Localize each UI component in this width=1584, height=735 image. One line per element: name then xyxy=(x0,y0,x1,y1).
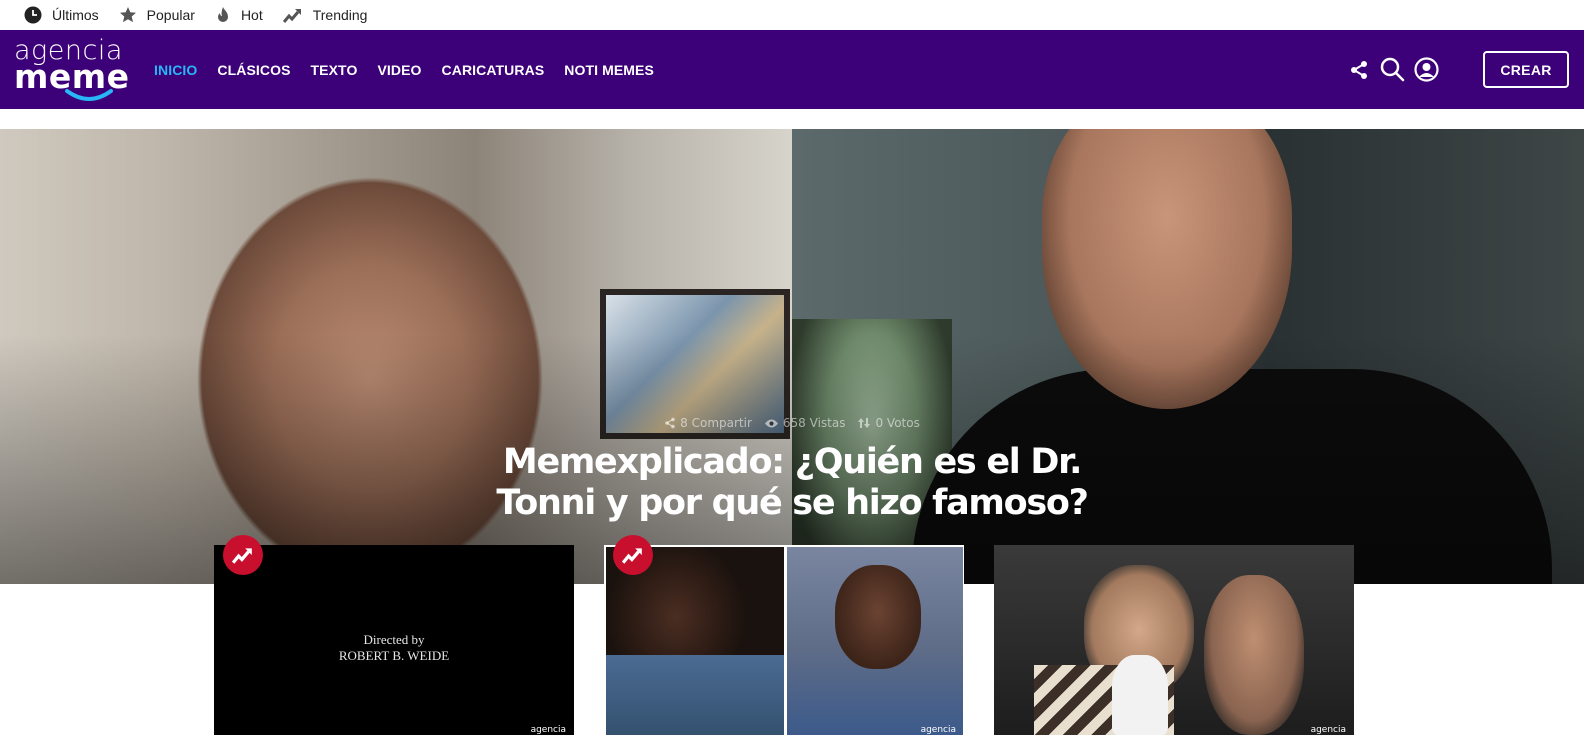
trending-icon xyxy=(232,548,252,564)
meme-image-right-face xyxy=(835,565,921,669)
share-button[interactable] xyxy=(1349,30,1369,109)
vote-arrows-icon xyxy=(858,418,871,428)
top-utility-bar: Últimos Popular Hot Trending xyxy=(0,0,1584,30)
eye-icon xyxy=(764,419,778,427)
main-header: agencia meme INICIO CLÁSICOS TEXTO VIDEO… xyxy=(0,30,1584,109)
user-account-icon xyxy=(1414,57,1439,82)
search-icon xyxy=(1380,57,1405,82)
vote-count-text: 0 Votos xyxy=(875,416,920,430)
card-caption: Directed by ROBERT B. WEIDE xyxy=(214,632,574,664)
view-count: 658 Vistas xyxy=(764,416,846,430)
watermark: agencia xyxy=(920,725,956,735)
trending-badge[interactable] xyxy=(613,535,653,575)
trending-badge[interactable] xyxy=(223,535,263,575)
nav-item-caricaturas[interactable]: CARICATURAS xyxy=(442,62,545,78)
hero-title[interactable]: Memexplicado: ¿Quién es el Dr. Tonni y p… xyxy=(480,442,1104,524)
microphone xyxy=(1112,655,1168,735)
nav-item-clasicos[interactable]: CLÁSICOS xyxy=(217,62,290,78)
watermark: agencia xyxy=(530,725,566,735)
main-nav: INICIO CLÁSICOS TEXTO VIDEO CARICATURAS … xyxy=(154,30,674,109)
site-logo[interactable]: agencia meme xyxy=(14,36,129,104)
clock-icon xyxy=(24,6,42,24)
user-account-button[interactable] xyxy=(1414,30,1439,109)
post-card-2[interactable]: agencia xyxy=(604,545,964,735)
topbar-item-popular[interactable]: Popular xyxy=(119,6,195,24)
vote-count: 0 Votos xyxy=(857,416,920,430)
hero-featured-post[interactable]: 8 Compartir 658 Vistas 0 Votos Memexplic… xyxy=(0,129,1584,584)
caption-line-2: ROBERT B. WEIDE xyxy=(338,648,450,663)
create-button[interactable]: CREAR xyxy=(1483,51,1569,88)
view-count-text: 658 Vistas xyxy=(782,416,846,430)
trending-icon xyxy=(622,548,642,564)
nav-item-texto[interactable]: TEXTO xyxy=(311,62,358,78)
share-icon xyxy=(665,417,675,429)
topbar-item-ultimos[interactable]: Últimos xyxy=(24,6,99,24)
nav-item-video[interactable]: VIDEO xyxy=(377,62,421,78)
nav-item-inicio[interactable]: INICIO xyxy=(154,62,197,78)
hero-stats: 8 Compartir 658 Vistas 0 Votos xyxy=(0,416,1584,430)
star-icon xyxy=(119,7,136,23)
share-icon xyxy=(1351,60,1367,79)
topbar-item-label: Trending xyxy=(312,7,368,23)
topbar-item-hot[interactable]: Hot xyxy=(215,6,263,24)
caption-line-1: Directed by xyxy=(363,632,425,647)
post-card-1[interactable]: Directed by ROBERT B. WEIDE agencia xyxy=(214,545,574,735)
share-count: 8 Compartir xyxy=(664,416,752,430)
post-card-3[interactable]: agencia xyxy=(994,545,1354,735)
topbar-item-label: Hot xyxy=(240,7,263,23)
topbar-item-label: Últimos xyxy=(52,7,99,23)
topbar-item-trending[interactable]: Trending xyxy=(282,7,368,23)
trending-icon xyxy=(282,9,301,23)
person-right xyxy=(1204,575,1304,735)
flame-icon xyxy=(217,7,228,22)
topbar-item-label: Popular xyxy=(146,7,195,23)
search-button[interactable] xyxy=(1380,30,1405,109)
meme-image-left-shirt xyxy=(606,655,784,735)
logo-smile-icon xyxy=(65,89,113,101)
share-count-text: 8 Compartir xyxy=(680,416,752,430)
nav-item-noti-memes[interactable]: NOTI MEMES xyxy=(564,62,654,78)
watermark: agencia xyxy=(1310,725,1346,735)
